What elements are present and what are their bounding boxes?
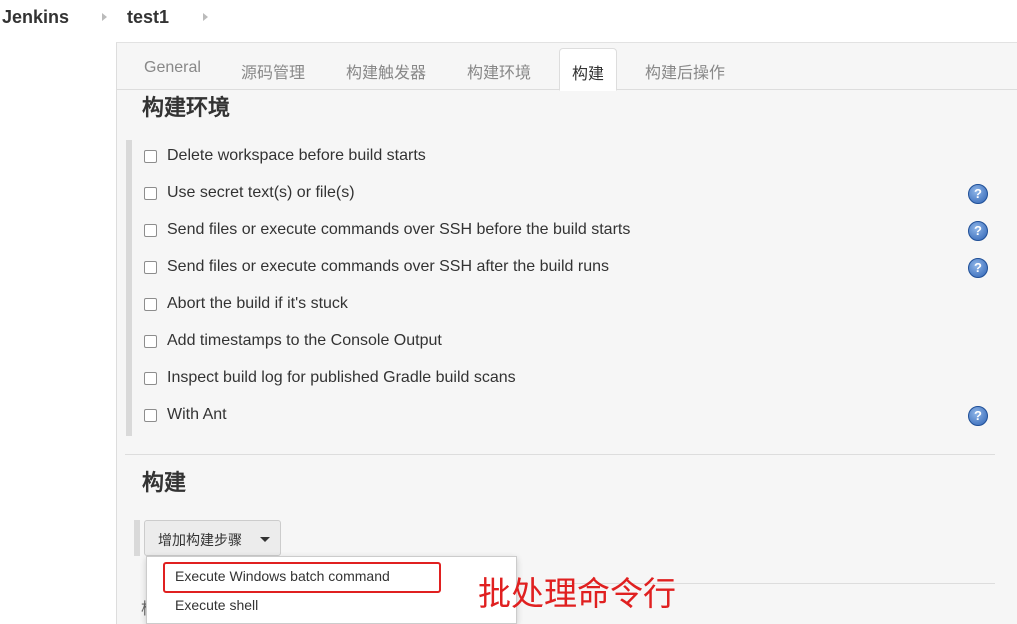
section-divider — [125, 454, 995, 455]
checkbox[interactable] — [144, 298, 157, 311]
option-label: Send files or execute commands over SSH … — [167, 221, 631, 238]
help-icon[interactable]: ? — [968, 221, 988, 241]
breadcrumb-job[interactable]: test1 — [127, 7, 169, 28]
breadcrumb-jenkins[interactable]: Jenkins — [2, 7, 69, 28]
tab-post-build[interactable]: 构建后操作 — [645, 59, 725, 83]
chevron-right-icon[interactable] — [102, 13, 107, 21]
caret-down-icon — [260, 537, 270, 542]
help-icon[interactable]: ? — [968, 258, 988, 278]
annotation-highlight-box — [163, 562, 441, 593]
checkbox[interactable] — [144, 187, 157, 200]
option-label: Delete workspace before build starts — [167, 147, 426, 164]
checkbox[interactable] — [144, 261, 157, 274]
checkbox[interactable] — [144, 150, 157, 163]
add-build-step-label: 增加构建步骤 — [158, 532, 242, 548]
tab-general[interactable]: General — [144, 59, 201, 77]
tab-scm[interactable]: 源码管理 — [241, 59, 305, 83]
checkbox[interactable] — [144, 372, 157, 385]
section-title-build-env: 构建环境 — [142, 95, 231, 120]
checkbox[interactable] — [144, 224, 157, 237]
option-label: Send files or execute commands over SSH … — [167, 258, 609, 275]
checkbox[interactable] — [144, 409, 157, 422]
option-label: Inspect build log for published Gradle b… — [167, 369, 516, 386]
side-panel — [0, 38, 116, 624]
option-label: Use secret text(s) or file(s) — [167, 184, 355, 201]
tab-build-env[interactable]: 构建环境 — [467, 59, 531, 83]
section-indent-bar — [134, 520, 140, 556]
help-icon[interactable]: ? — [968, 184, 988, 204]
section-title-build: 构建 — [142, 470, 187, 495]
section-indent-bar — [126, 140, 132, 436]
checkbox[interactable] — [144, 335, 157, 348]
option-label: With Ant — [167, 406, 227, 423]
chevron-right-icon[interactable] — [203, 13, 208, 21]
breadcrumb: Jenkins test1 — [0, 0, 1017, 38]
add-build-step-button[interactable]: 增加构建步骤 — [144, 520, 281, 556]
option-label: Abort the build if it's stuck — [167, 295, 348, 312]
tab-build[interactable]: 构建 — [559, 48, 618, 91]
config-tabs: General 源码管理 构建触发器 构建环境 构建 构建后操作 — [117, 43, 1017, 91]
option-label: Add timestamps to the Console Output — [167, 332, 442, 349]
config-panel: General 源码管理 构建触发器 构建环境 构建 构建后操作 构建环境 De… — [116, 42, 1017, 624]
tab-triggers[interactable]: 构建触发器 — [346, 59, 426, 83]
help-icon[interactable]: ? — [968, 406, 988, 426]
annotation-text: 批处理命令行 — [478, 574, 676, 613]
menu-item-shell[interactable]: Execute shell — [175, 597, 258, 613]
